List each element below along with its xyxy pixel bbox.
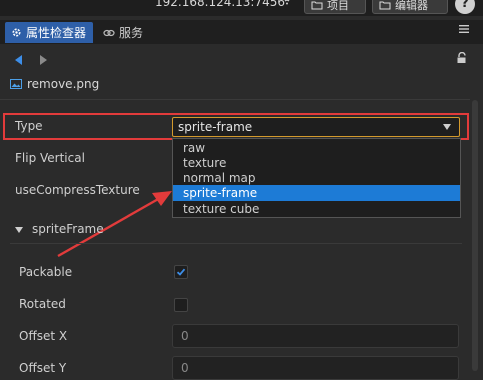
dropdown-option[interactable]: texture (173, 155, 460, 171)
highlight-box (3, 113, 469, 140)
dropdown-option[interactable]: raw (173, 140, 460, 156)
wifi-icon (282, 0, 292, 7)
link-icon (103, 28, 115, 38)
tab-inspector[interactable]: 属性检查器 (5, 22, 93, 43)
rotated-label: Rotated (19, 297, 66, 311)
sprite-frame-section-title: spriteFrame (32, 222, 104, 236)
packable-label: Packable (19, 265, 73, 279)
project-button-label: 项目 (327, 0, 349, 12)
checkmark-icon (176, 268, 186, 276)
offset-x-label: Offset X (19, 329, 68, 343)
server-address: 192.168.124.13:7456 (155, 0, 286, 9)
asset-header: remove.png (10, 77, 99, 91)
offset-y-label: Offset Y (19, 361, 67, 375)
editor-button-label: 编辑器 (395, 0, 428, 12)
menu-icon[interactable] (459, 24, 469, 34)
dropdown-option[interactable]: texture cube (173, 201, 460, 217)
flip-vertical-label: Flip Vertical (15, 151, 85, 165)
dropdown-option[interactable]: normal map (173, 170, 460, 186)
tab-inspector-label: 属性检查器 (26, 26, 87, 40)
lock-icon[interactable] (456, 52, 468, 64)
back-arrow-icon[interactable] (15, 55, 22, 65)
editor-button[interactable]: 编辑器 (372, 0, 448, 14)
folder-icon (379, 0, 391, 10)
dropdown-option-selected[interactable]: sprite-frame (173, 185, 460, 201)
divider (10, 243, 462, 244)
offset-x-input[interactable]: 0 (172, 324, 459, 348)
project-button[interactable]: 项目 (304, 0, 366, 14)
divider (0, 99, 470, 100)
type-dropdown-list: raw texture normal map sprite-frame text… (172, 138, 461, 218)
asset-filename: remove.png (27, 77, 100, 91)
image-file-icon (10, 79, 22, 89)
use-compress-texture-label: useCompressTexture (15, 183, 140, 197)
folder-icon (311, 0, 323, 10)
gear-icon (11, 27, 22, 38)
packable-checkbox[interactable] (174, 265, 188, 279)
navigation-row (0, 46, 483, 72)
tab-services[interactable]: 服务 (97, 22, 149, 43)
tab-services-label: 服务 (119, 26, 144, 40)
forward-arrow-icon[interactable] (40, 55, 47, 65)
rotated-checkbox[interactable] (174, 298, 188, 312)
offset-y-input[interactable]: 0 (172, 356, 459, 380)
scrollbar[interactable] (472, 100, 478, 371)
section-collapse-caret-icon[interactable] (15, 227, 23, 233)
